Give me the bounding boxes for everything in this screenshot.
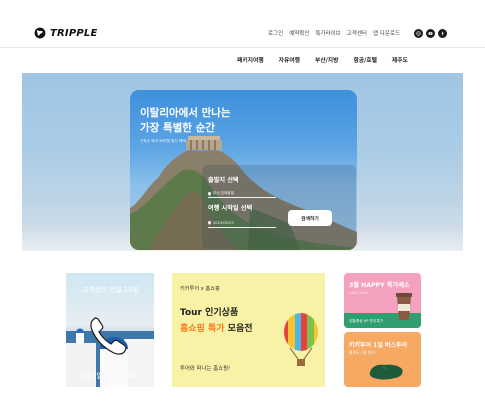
homeshopping-top-text: 키키투어 x 홈쇼핑 <box>180 286 220 292</box>
nav-jeju[interactable]: 제주도 <box>392 55 408 64</box>
nav-free-travel[interactable]: 자유여행 <box>279 55 300 64</box>
main-nav: 패키지여행 자유여행 부산/지방 항공/호텔 제주도 <box>0 48 485 70</box>
hot-air-balloon-icon <box>284 313 318 366</box>
nav-busan-regional[interactable]: 부산/지방 <box>315 55 338 64</box>
date-label: 여행 시작일 선택 <box>208 205 253 212</box>
phone-icon <box>90 317 127 355</box>
departure-label: 출발지 선택 <box>208 177 239 184</box>
greece-banner[interactable]: 고객센터 연결 10일 마감 0일 07:53:44 <box>66 273 154 387</box>
reservation-check-link[interactable]: 예약확인 <box>289 29 309 37</box>
jeju-tour-subtitle: 제주도 1일 투어 <box>349 350 375 355</box>
departure-select[interactable]: 부산/김해출발 <box>208 191 234 196</box>
homeshopping-footer-text: 투어와 떠나는 홈쇼핑! <box>180 366 231 372</box>
jeju-tour-title: 키키투어 1일 버스투어 <box>349 342 408 349</box>
nav-package-tour[interactable]: 패키지여행 <box>237 55 264 64</box>
date-select[interactable]: 2023/05/23 <box>208 221 234 225</box>
date-value: 2023/05/23 <box>213 221 234 225</box>
nav-air-hotel[interactable]: 항공/호텔 <box>353 55 376 64</box>
hero-title: 이탈리아에서 만나는 가장 특별한 순간 <box>140 106 231 136</box>
jeju-bus-tour-banner[interactable]: 키키투어 1일 버스투어 제주도 1일 투어 <box>344 332 421 387</box>
globe-icon <box>34 27 46 39</box>
countdown-timer: 마감 0일 07:53:44 <box>78 372 135 380</box>
location-pin-icon <box>208 191 211 196</box>
hero-title-line1: 이탈리아에서 만나는 <box>140 107 231 119</box>
homeshopping-headline1: Tour 인기상품 <box>180 308 239 318</box>
hero-title-line2: 가장 특별한 순간 <box>140 122 215 134</box>
special-live-link[interactable]: 특가라이브 <box>315 29 340 37</box>
app-download-link[interactable]: 앱 다운로드 <box>373 29 400 37</box>
homeshopping-headline2-rest: 모음전 <box>224 324 253 334</box>
social-links <box>414 29 447 38</box>
instagram-icon[interactable] <box>414 29 423 38</box>
logo[interactable]: TRIPPLE <box>34 27 98 39</box>
happy-sale-subtitle: SALE SALE <box>349 291 369 295</box>
login-link[interactable]: 로그인 <box>268 29 283 37</box>
site-header: TRIPPLE 로그인 예약확인 특가라이브 고객센터 앱 다운로드 <box>0 0 485 48</box>
happy-sale-banner[interactable]: 3월 HAPPY 특가세소 SALE SALE 호텔/항공 HP 연계 특가 <box>344 273 421 328</box>
coffee-cup-icon <box>396 293 412 320</box>
homeshopping-banner[interactable]: 키키투어 x 홈쇼핑 Tour 인기상품 홈쇼핑 특가 모음전 투어와 떠나는 … <box>172 273 325 387</box>
youtube-icon[interactable] <box>426 29 435 38</box>
happy-sale-badge: 호텔/항공 HP 연계 특가 <box>349 319 383 323</box>
facebook-icon[interactable] <box>438 29 447 38</box>
hero-subtitle: 선착순 최대 30만원 할인 혜택 <box>140 139 186 143</box>
hero-banner: 이탈리아에서 만나는 가장 특별한 순간 선착순 최대 30만원 할인 혜택 출… <box>22 73 463 251</box>
top-utility-nav: 로그인 예약확인 특가라이브 고객센터 앱 다운로드 <box>268 29 400 37</box>
homeshopping-headline2: 홈쇼핑 특가 모음전 <box>180 321 253 334</box>
jeju-island-icon <box>369 364 403 380</box>
customer-center-link[interactable]: 고객센터 <box>347 29 367 37</box>
search-button[interactable]: 검색하기 <box>288 210 332 226</box>
happy-sale-title: 3월 HAPPY 특가세소 <box>349 282 410 289</box>
location-pin-icon <box>208 221 211 225</box>
departure-value: 부산/김해출발 <box>213 191 235 195</box>
homeshopping-highlight: 홈쇼핑 특가 <box>180 324 225 334</box>
greece-banner-text: 고객센터 연결 10일 <box>82 286 139 294</box>
logo-text: TRIPPLE <box>50 27 98 39</box>
